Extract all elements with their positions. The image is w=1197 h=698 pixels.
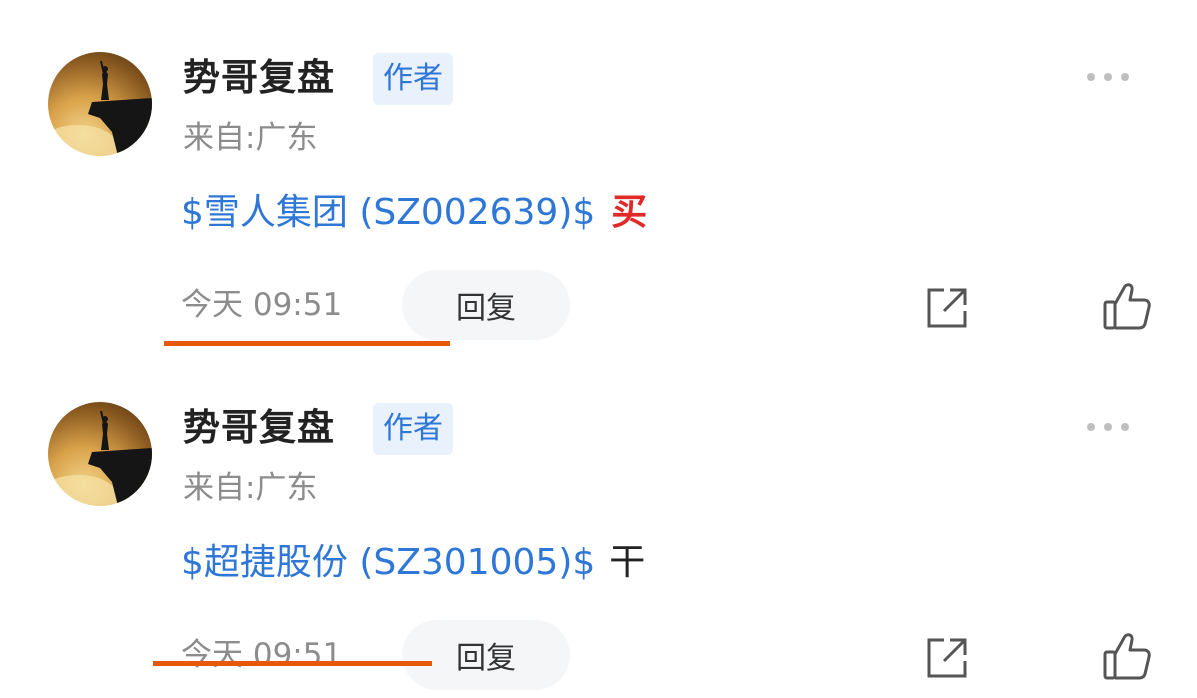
- more-icon[interactable]: [1085, 66, 1131, 90]
- avatar[interactable]: [48, 402, 152, 506]
- stock-link[interactable]: $雪人集团 (SZ002639)$: [181, 192, 595, 233]
- like-icon[interactable]: [1102, 280, 1152, 332]
- avatar[interactable]: [48, 52, 152, 156]
- action-tag: 买: [611, 192, 648, 233]
- action-tag: 干: [609, 542, 646, 583]
- reply-button[interactable]: 回复: [402, 270, 570, 340]
- username[interactable]: 势哥复盘: [183, 406, 335, 450]
- more-icon[interactable]: [1085, 416, 1131, 440]
- share-icon[interactable]: [922, 283, 972, 333]
- share-icon[interactable]: [922, 633, 972, 683]
- location-label: 来自:广东: [183, 120, 318, 156]
- like-icon[interactable]: [1102, 630, 1152, 682]
- annotation-underline: [153, 661, 432, 666]
- author-badge: 作者: [373, 53, 453, 105]
- comment-item: 势哥复盘 作者 来自:广东 $超捷股份 (SZ301005)$ 干 今天 09:5…: [0, 350, 1197, 698]
- avatar-image: [48, 60, 152, 156]
- author-badge: 作者: [373, 403, 453, 455]
- avatar-image: [48, 410, 152, 506]
- username[interactable]: 势哥复盘: [183, 56, 335, 100]
- comment-item: 势哥复盘 作者 来自:广东 $雪人集团 (SZ002639)$ 买 今天 09:5…: [0, 0, 1197, 348]
- stock-link[interactable]: $超捷股份 (SZ301005)$: [181, 542, 595, 583]
- location-label: 来自:广东: [183, 470, 318, 506]
- timestamp: 今天 09:51: [181, 637, 343, 673]
- annotation-underline: [164, 341, 450, 346]
- comment-content: $超捷股份 (SZ301005)$ 干: [181, 540, 645, 586]
- reply-button[interactable]: 回复: [402, 620, 570, 690]
- timestamp: 今天 09:51: [181, 287, 343, 323]
- comment-content: $雪人集团 (SZ002639)$ 买: [181, 190, 647, 236]
